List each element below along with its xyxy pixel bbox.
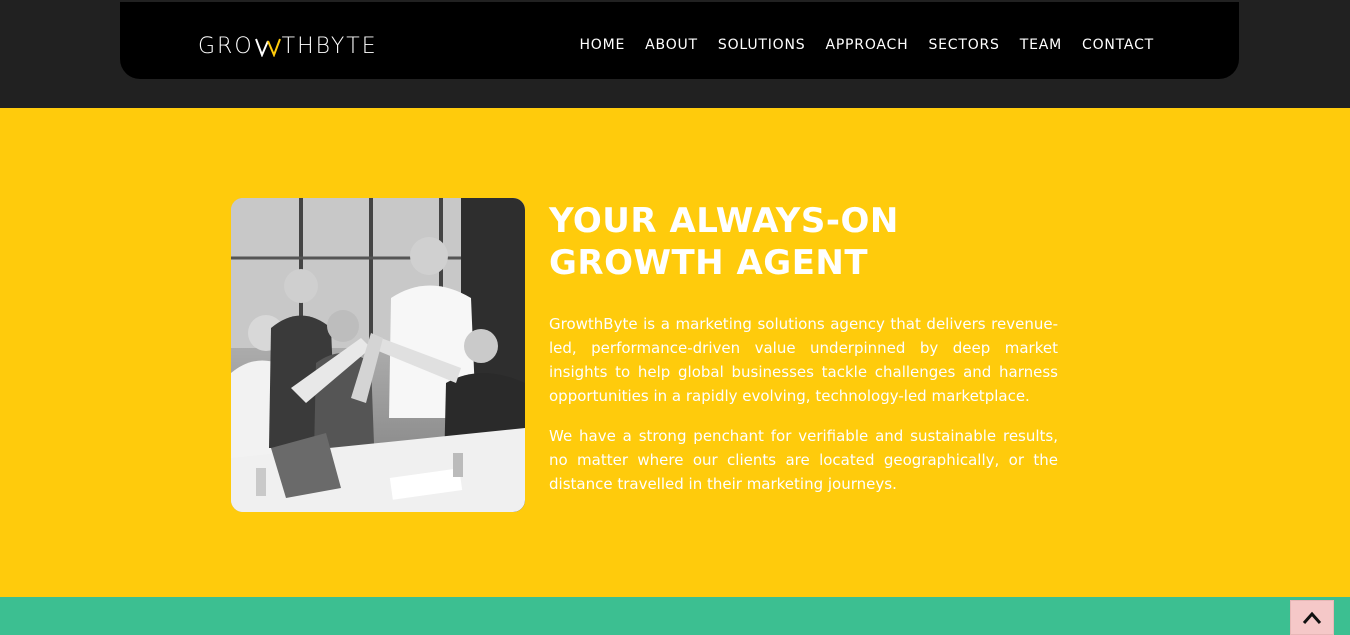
title-line-1: YOUR ALWAYS-ON bbox=[549, 201, 899, 241]
main-nav: HOME ABOUT SOLUTIONS APPROACH SECTORS TE… bbox=[559, 34, 1154, 53]
logo[interactable]: GRO THBYTE bbox=[198, 36, 378, 58]
nav-sectors[interactable]: SECTORS bbox=[928, 37, 999, 53]
intro-paragraph: GrowthByte is a marketing solutions agen… bbox=[549, 315, 1058, 405]
logo-text-start: GRO bbox=[198, 34, 254, 59]
next-section bbox=[0, 597, 1350, 635]
logo-w-icon bbox=[254, 38, 281, 57]
title-line-2: GROWTH AGENT bbox=[549, 243, 869, 283]
team-photo bbox=[231, 198, 525, 512]
team-photo-illustration bbox=[231, 198, 525, 512]
chevron-up-icon bbox=[1302, 611, 1322, 624]
results-paragraph: We have a strong penchant for verifiable… bbox=[549, 427, 1058, 493]
scroll-to-top-button[interactable] bbox=[1290, 600, 1334, 635]
nav-about[interactable]: ABOUT bbox=[645, 37, 698, 53]
logo-text-end: THBYTE bbox=[281, 34, 378, 59]
nav-solutions[interactable]: SOLUTIONS bbox=[718, 37, 806, 53]
about-section: YOUR ALWAYS-ON GROWTH AGENT GrowthByte i… bbox=[0, 108, 1350, 597]
section-title: YOUR ALWAYS-ON GROWTH AGENT bbox=[549, 200, 969, 284]
nav-approach[interactable]: APPROACH bbox=[825, 37, 908, 53]
nav-team[interactable]: TEAM bbox=[1020, 37, 1062, 53]
nav-contact[interactable]: CONTACT bbox=[1082, 37, 1154, 53]
nav-home[interactable]: HOME bbox=[579, 37, 625, 53]
navbar: GRO THBYTE HOME ABOUT SOLUTIONS APPROACH… bbox=[120, 2, 1239, 79]
header-band: GRO THBYTE HOME ABOUT SOLUTIONS APPROACH… bbox=[0, 0, 1350, 108]
